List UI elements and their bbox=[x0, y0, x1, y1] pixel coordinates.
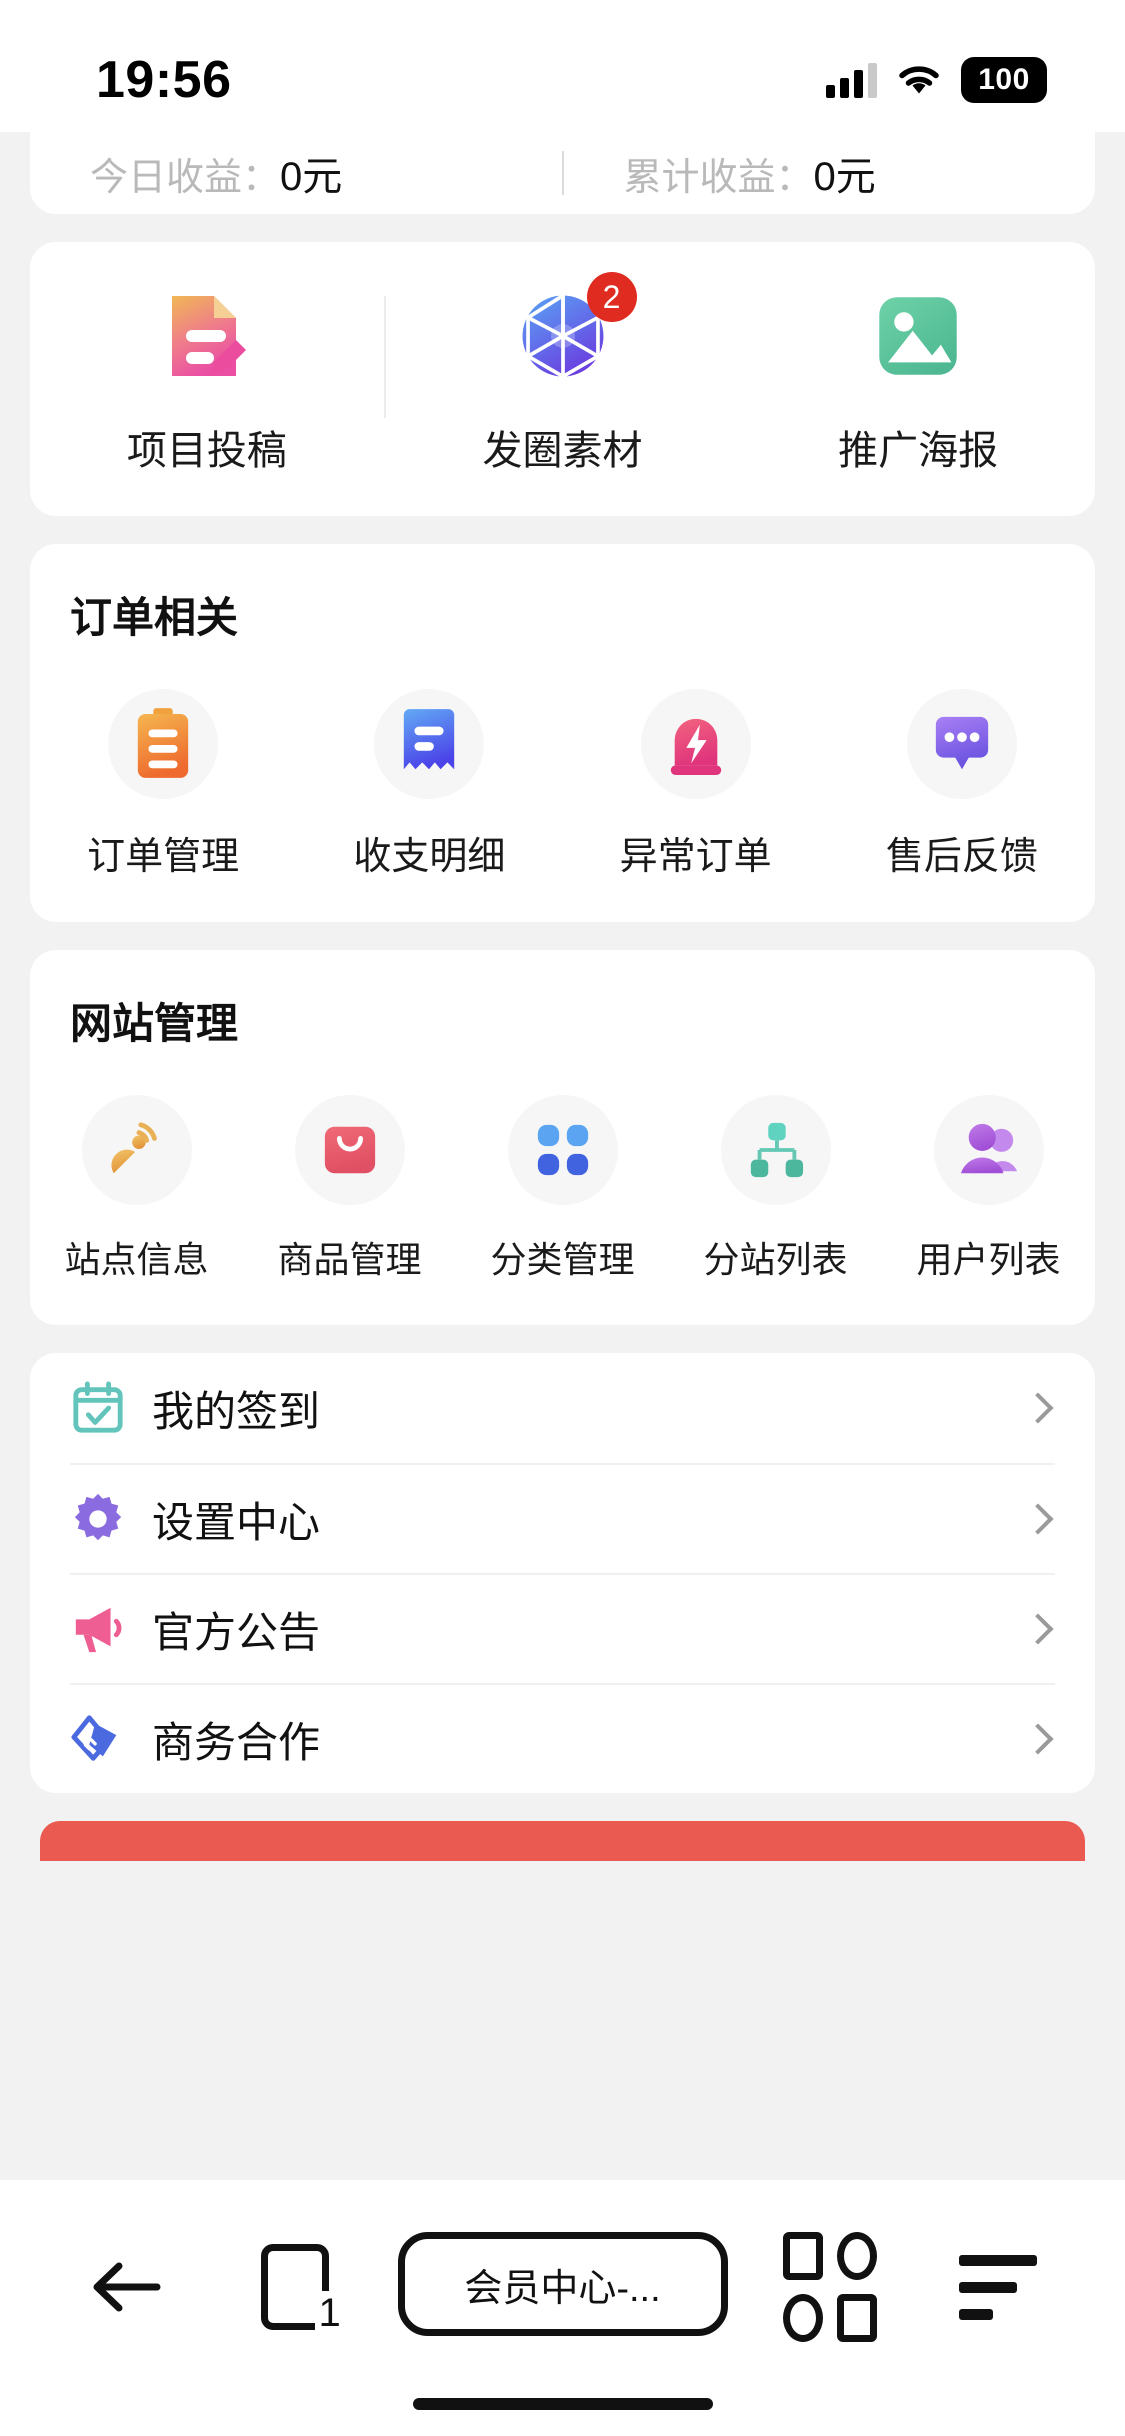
home-indicator bbox=[412, 2398, 713, 2410]
shortcut-label: 推广海报 bbox=[838, 429, 999, 473]
grid-item-label: 分站列表 bbox=[703, 1239, 848, 1280]
site-grid: 站点信息 商品管理 分类管理 分站列表 用户列表 bbox=[30, 1095, 1095, 1283]
users-icon bbox=[933, 1095, 1044, 1205]
wifi-icon bbox=[899, 66, 939, 94]
sitemap-icon bbox=[720, 1095, 831, 1205]
grid-item-substation-list[interactable]: 分站列表 bbox=[669, 1095, 882, 1283]
phone-screen: 19:56 100 今日收益： 0元 累计收益： 0元 项目投稿 2 发圈素材 … bbox=[0, 0, 1125, 2436]
back-arrow-icon bbox=[93, 2262, 161, 2312]
shopping-bag-icon bbox=[294, 1095, 405, 1205]
grid-item-label: 异常订单 bbox=[619, 836, 772, 878]
calendar-check-icon bbox=[70, 1380, 126, 1436]
gear-icon bbox=[70, 1491, 126, 1547]
grid-item-order-management[interactable]: 订单管理 bbox=[30, 689, 296, 880]
shortcut-label: 发圈素材 bbox=[482, 429, 643, 473]
apps-button[interactable] bbox=[765, 2232, 895, 2342]
chevron-right-icon bbox=[1022, 1503, 1054, 1535]
total-earnings-value: 0元 bbox=[813, 155, 876, 199]
grid-item-product-management[interactable]: 商品管理 bbox=[243, 1095, 456, 1283]
tabs-button[interactable]: 1 bbox=[230, 2232, 360, 2342]
tab-count-label: 1 bbox=[314, 2291, 345, 2336]
list-item-label: 商务合作 bbox=[152, 1718, 321, 1766]
grid-item-label: 收支明细 bbox=[353, 836, 506, 878]
menu-button[interactable] bbox=[933, 2232, 1063, 2342]
alarm-siren-icon bbox=[640, 689, 751, 799]
status-indicators: 100 bbox=[826, 57, 1047, 103]
grid-item-label: 分类管理 bbox=[490, 1239, 635, 1280]
grid-item-label: 用户列表 bbox=[916, 1239, 1061, 1280]
cellular-signal-icon bbox=[826, 62, 877, 98]
total-earnings-label: 累计收益： bbox=[623, 157, 814, 199]
list-item-my-checkin[interactable]: 我的签到 bbox=[70, 1353, 1055, 1463]
site-section: 网站管理 站点信息 商品管理 分类管理 分站列表 用户列表 bbox=[30, 950, 1095, 1325]
today-earnings: 今日收益： 0元 bbox=[30, 144, 562, 202]
status-bar: 19:56 100 bbox=[0, 0, 1125, 132]
shortcut-moments-material[interactable]: 2 发圈素材 bbox=[386, 272, 740, 476]
today-earnings-label: 今日收益： bbox=[90, 157, 281, 199]
list-item-official-announcement[interactable]: 官方公告 bbox=[70, 1573, 1055, 1683]
grid-item-after-sales[interactable]: 售后反馈 bbox=[829, 689, 1095, 880]
grid-item-category-management[interactable]: 分类管理 bbox=[456, 1095, 669, 1283]
chevron-right-icon bbox=[1022, 1392, 1054, 1424]
apps-grid-icon bbox=[783, 2232, 878, 2342]
shortcut-label: 项目投稿 bbox=[126, 429, 287, 473]
shortcut-row: 项目投稿 2 发圈素材 推广海报 bbox=[30, 242, 1095, 516]
grid-item-abnormal-order[interactable]: 异常订单 bbox=[563, 689, 829, 880]
order-section-title: 订单相关 bbox=[70, 594, 239, 641]
url-label: 会员中心-... bbox=[464, 2267, 661, 2310]
list-item-business-cooperation[interactable]: 商务合作 bbox=[70, 1683, 1055, 1793]
handshake-icon bbox=[70, 1711, 126, 1767]
unread-badge: 2 bbox=[586, 272, 637, 322]
clipboard-list-icon bbox=[108, 689, 219, 799]
megaphone-icon bbox=[70, 1601, 126, 1657]
shortcut-promo-poster[interactable]: 推广海报 bbox=[741, 288, 1095, 476]
order-grid: 订单管理 收支明细 异常订单 售后反馈 bbox=[30, 689, 1095, 880]
promo-strip[interactable] bbox=[40, 1821, 1085, 1861]
grid-item-label: 商品管理 bbox=[277, 1239, 422, 1280]
list-item-label: 我的签到 bbox=[152, 1387, 321, 1435]
site-section-title: 网站管理 bbox=[70, 1000, 239, 1047]
menu-list: 我的签到 设置中心 官方公告 商务合作 bbox=[30, 1353, 1095, 1793]
grid-item-user-list[interactable]: 用户列表 bbox=[882, 1095, 1095, 1283]
aperture-icon: 2 bbox=[515, 272, 637, 384]
earnings-summary: 今日收益： 0元 累计收益： 0元 bbox=[30, 132, 1095, 214]
chat-bubble-icon bbox=[906, 689, 1017, 799]
grid-dots-icon bbox=[507, 1095, 618, 1205]
chevron-right-icon bbox=[1022, 1613, 1054, 1645]
grid-item-label: 订单管理 bbox=[87, 836, 240, 878]
list-item-settings-center[interactable]: 设置中心 bbox=[70, 1463, 1055, 1573]
satellite-dish-icon bbox=[81, 1095, 192, 1205]
image-picture-icon bbox=[870, 288, 966, 384]
document-edit-icon bbox=[159, 288, 255, 384]
grid-item-label: 售后反馈 bbox=[885, 836, 1038, 878]
today-earnings-value: 0元 bbox=[280, 155, 343, 199]
chevron-right-icon bbox=[1022, 1723, 1054, 1755]
tabs-icon: 1 bbox=[260, 2244, 345, 2336]
menu-lines-icon bbox=[959, 2254, 1037, 2320]
battery-icon: 100 bbox=[961, 57, 1047, 103]
receipt-icon bbox=[374, 689, 485, 799]
back-button[interactable] bbox=[62, 2232, 192, 2342]
grid-item-income-detail[interactable]: 收支明细 bbox=[296, 689, 562, 880]
grid-item-label: 站点信息 bbox=[64, 1239, 209, 1280]
url-bar[interactable]: 会员中心-... bbox=[397, 2232, 728, 2336]
grid-item-site-info[interactable]: 站点信息 bbox=[30, 1095, 243, 1283]
status-time: 19:56 bbox=[96, 51, 232, 109]
list-item-label: 官方公告 bbox=[152, 1608, 321, 1656]
shortcut-project-submission[interactable]: 项目投稿 bbox=[30, 288, 384, 476]
page-content[interactable]: 今日收益： 0元 累计收益： 0元 项目投稿 2 发圈素材 推广海报 订单相关 … bbox=[0, 132, 1125, 2180]
total-earnings: 累计收益： 0元 bbox=[564, 144, 1096, 202]
list-item-label: 设置中心 bbox=[152, 1498, 321, 1546]
order-section: 订单相关 订单管理 收支明细 异常订单 售后反馈 bbox=[30, 544, 1095, 922]
